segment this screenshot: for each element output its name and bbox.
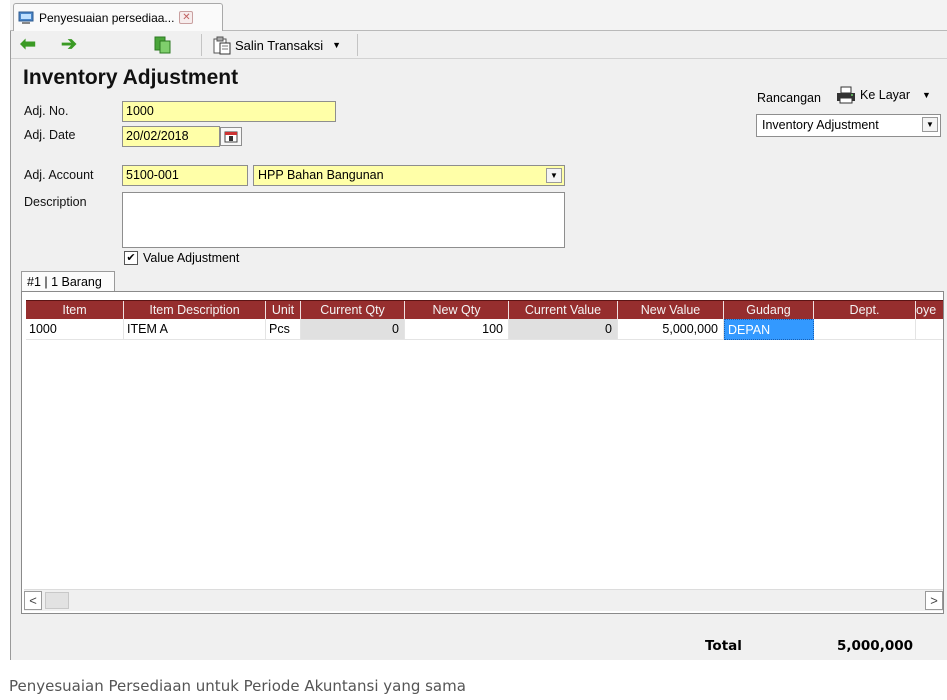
template-select[interactable]: Inventory Adjustment ▼ bbox=[756, 114, 941, 137]
adj-no-label: Adj. No. bbox=[24, 104, 69, 118]
adj-account-label: Adj. Account bbox=[24, 168, 94, 182]
horizontal-scrollbar[interactable]: < > bbox=[24, 589, 943, 611]
tab-title: Penyesuaian persediaa... bbox=[39, 10, 175, 25]
adj-account-name-select[interactable]: HPP Bahan Bangunan ▼ bbox=[253, 165, 565, 186]
chevron-down-icon: ▼ bbox=[332, 40, 342, 50]
computer-icon bbox=[18, 11, 34, 24]
toolbar-separator bbox=[201, 34, 202, 56]
clipboard-icon bbox=[213, 36, 231, 54]
cell-current-qty: 0 bbox=[301, 319, 405, 340]
chevron-down-icon[interactable]: ▼ bbox=[922, 117, 938, 132]
adj-no-field[interactable]: 1000 bbox=[122, 101, 336, 122]
rancangan-label: Rancangan bbox=[757, 91, 821, 105]
chevron-down-icon: ▼ bbox=[922, 90, 931, 100]
arrow-right-icon[interactable]: ➔ bbox=[61, 34, 77, 56]
page-title: Inventory Adjustment bbox=[23, 66, 239, 89]
cell-new-qty[interactable]: 100 bbox=[405, 319, 509, 340]
adj-account-code-field[interactable]: 5100-001 bbox=[122, 165, 248, 186]
total-value: 5,000,000 bbox=[837, 638, 914, 654]
arrow-left-icon[interactable]: ⬅ bbox=[20, 34, 36, 56]
grid-header: Item Item Description Unit Current Qty N… bbox=[26, 300, 943, 319]
table-row[interactable]: 1000 ITEM A Pcs 0 100 0 5,000,000 DEPAN bbox=[26, 319, 943, 340]
cell-unit[interactable]: Pcs bbox=[266, 319, 301, 340]
cell-current-value: 0 bbox=[509, 319, 618, 340]
cell-dept[interactable] bbox=[814, 319, 916, 340]
column-header-current-value[interactable]: Current Value bbox=[509, 301, 618, 319]
ke-layar-label: Ke Layar bbox=[860, 88, 911, 102]
value-adjustment-checkbox[interactable]: ✔ Value Adjustment bbox=[124, 251, 239, 265]
close-icon[interactable]: ✕ bbox=[179, 11, 194, 24]
description-label: Description bbox=[24, 195, 87, 209]
cell-gudang[interactable]: DEPAN bbox=[724, 319, 814, 340]
column-header-unit[interactable]: Unit bbox=[266, 301, 301, 319]
adj-date-field[interactable]: 20/02/2018 bbox=[122, 126, 220, 147]
adj-date-label: Adj. Date bbox=[24, 128, 76, 142]
cell-item-description[interactable]: ITEM A bbox=[124, 319, 266, 340]
column-header-item[interactable]: Item bbox=[26, 301, 124, 319]
column-header-extra[interactable]: oye bbox=[916, 301, 943, 319]
copy-document-icon[interactable] bbox=[153, 35, 173, 55]
calendar-icon bbox=[224, 131, 238, 143]
toolbar-separator bbox=[357, 34, 358, 56]
checkmark-icon[interactable]: ✔ bbox=[124, 251, 138, 265]
scroll-right-button[interactable]: > bbox=[925, 591, 943, 610]
cell-item[interactable]: 1000 bbox=[26, 319, 124, 340]
description-field[interactable] bbox=[122, 192, 565, 248]
template-select-value: Inventory Adjustment bbox=[762, 118, 879, 132]
column-header-dept[interactable]: Dept. bbox=[814, 301, 916, 319]
printer-icon bbox=[837, 86, 855, 104]
total-label: Total bbox=[705, 638, 742, 654]
column-header-current-qty[interactable]: Current Qty bbox=[301, 301, 405, 319]
ke-layar-button[interactable]: Ke Layar ▼ bbox=[836, 86, 931, 104]
column-header-gudang[interactable]: Gudang bbox=[724, 301, 814, 319]
tab-items[interactable]: #1 | 1 Barang bbox=[21, 271, 115, 292]
calendar-button[interactable] bbox=[220, 127, 242, 146]
value-adjustment-label: Value Adjustment bbox=[143, 251, 240, 265]
salin-transaksi-label: Salin Transaksi bbox=[235, 37, 324, 53]
scroll-left-button[interactable]: < bbox=[24, 591, 42, 610]
column-header-new-value[interactable]: New Value bbox=[618, 301, 724, 319]
column-header-item-description[interactable]: Item Description bbox=[124, 301, 266, 319]
cell-extra[interactable] bbox=[916, 319, 943, 340]
document-tab[interactable]: Penyesuaian persediaa... ✕ bbox=[13, 3, 223, 31]
adj-account-name-value: HPP Bahan Bangunan bbox=[258, 168, 384, 182]
column-header-new-qty[interactable]: New Qty bbox=[405, 301, 509, 319]
figure-caption: Penyesuaian Persediaan untuk Periode Aku… bbox=[9, 677, 466, 695]
salin-transaksi-button[interactable]: Salin Transaksi ▼ bbox=[212, 34, 341, 56]
items-grid: Item Item Description Unit Current Qty N… bbox=[21, 291, 944, 614]
toolbar bbox=[11, 31, 947, 59]
scroll-thumb[interactable] bbox=[45, 592, 69, 609]
cell-new-value[interactable]: 5,000,000 bbox=[618, 319, 724, 340]
chevron-down-icon[interactable]: ▼ bbox=[546, 168, 562, 183]
